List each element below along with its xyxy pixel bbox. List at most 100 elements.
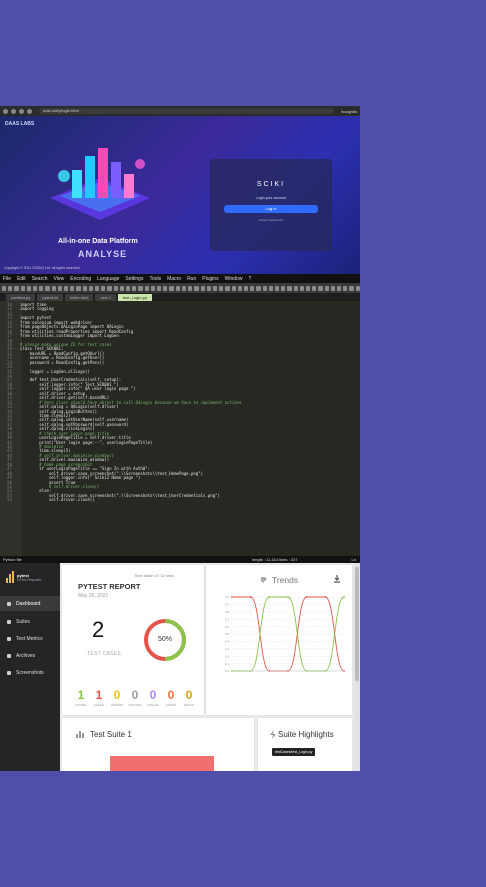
toolbar-tool-icon[interactable] [132, 285, 137, 291]
trend-point[interactable] [324, 596, 327, 598]
toolbar-tool-icon[interactable] [305, 285, 311, 291]
toolbar-tool-icon[interactable] [175, 285, 180, 291]
toolbar-tool-icon[interactable] [2, 285, 7, 291]
code-area[interactable]: 10 import time 11 import logging 12 13 import … [0, 301, 360, 556]
trend-point[interactable] [287, 596, 289, 598]
toolbar-tool-icon[interactable] [88, 285, 94, 291]
reload-icon[interactable] [19, 108, 24, 114]
toolbar-tool-icon[interactable] [163, 285, 168, 291]
code-line[interactable]: 54 self.driver.close() [2, 497, 358, 502]
nav-screenshots[interactable]: Screenshots [0, 665, 60, 680]
toolbar-tool-icon[interactable] [256, 285, 261, 291]
toolbar-tool-icon[interactable] [237, 285, 242, 291]
toolbar-tool-icon[interactable] [76, 285, 81, 291]
toolbar-tool-icon[interactable] [287, 285, 292, 291]
toolbar-tool-icon[interactable] [219, 285, 224, 291]
trend-point[interactable] [249, 596, 252, 598]
toolbar-tool-icon[interactable] [212, 285, 218, 291]
toolbar-tool-icon[interactable] [206, 285, 211, 291]
menu-language[interactable]: Language [97, 276, 119, 282]
download-icon[interactable] [333, 575, 341, 583]
trend-point[interactable] [343, 596, 345, 598]
toolbar-tool-icon[interactable] [113, 285, 118, 291]
toolbar-tool-icon[interactable] [312, 285, 317, 291]
login-button[interactable]: Log in [224, 205, 318, 213]
toolbar-tool-icon[interactable] [101, 285, 106, 291]
tab-pytest-ini[interactable]: pytest.ini [37, 294, 64, 301]
toolbar-tool-icon[interactable] [231, 285, 236, 291]
toolbar-tool-icon[interactable] [355, 285, 360, 291]
menu-encoding[interactable]: Encoding [70, 276, 91, 282]
toolbar-tool-icon[interactable] [8, 285, 13, 291]
menu-view[interactable]: View [54, 276, 65, 282]
nav-archives[interactable]: Archives [0, 648, 60, 663]
toolbar-tool-icon[interactable] [336, 285, 342, 291]
back-icon[interactable] [3, 108, 8, 114]
toolbar-tool-icon[interactable] [95, 285, 100, 291]
toolbar-tool-icon[interactable] [144, 285, 149, 291]
menu-help[interactable]: ? [248, 276, 251, 282]
toolbar-tool-icon[interactable] [39, 285, 44, 291]
menu-run[interactable]: Run [187, 276, 196, 282]
toolbar-tool-icon[interactable] [349, 285, 354, 291]
toolbar-tool-icon[interactable] [126, 285, 131, 291]
toolbar-tool-icon[interactable] [70, 285, 75, 291]
menu-search[interactable]: Search [32, 276, 48, 282]
toolbar-tool-icon[interactable] [181, 285, 187, 291]
toolbar-tool-icon[interactable] [51, 285, 56, 291]
trend-point[interactable] [231, 596, 233, 598]
toolbar-tool-icon[interactable] [268, 285, 273, 291]
toolbar-tool-icon[interactable] [64, 285, 69, 291]
toolbar-tool-icon[interactable] [324, 285, 329, 291]
incognito-label[interactable]: Incognito [341, 109, 357, 114]
tab-test-login[interactable]: test_Login.py [118, 294, 152, 301]
toolbar-tool-icon[interactable] [188, 285, 193, 291]
menu-settings[interactable]: Settings [125, 276, 143, 282]
toolbar-tool-icon[interactable] [194, 285, 199, 291]
toolbar-tool-icon[interactable] [299, 285, 304, 291]
toolbar-tool-icon[interactable] [138, 285, 143, 291]
menu-window[interactable]: Window [225, 276, 243, 282]
tab-conftest[interactable]: conftest.py [6, 294, 36, 301]
report-scrollbar[interactable] [354, 563, 360, 771]
trend-point[interactable] [305, 596, 308, 598]
toolbar-tool-icon[interactable] [119, 285, 125, 291]
toolbar-tool-icon[interactable] [45, 285, 50, 291]
toolbar-tool-icon[interactable] [343, 285, 348, 291]
toolbar-tool-icon[interactable] [274, 285, 280, 291]
menu-plugins[interactable]: Plugins [202, 276, 218, 282]
toolbar-tool-icon[interactable] [14, 285, 19, 291]
home-icon[interactable] [27, 108, 32, 114]
toolbar-tool-icon[interactable] [281, 285, 286, 291]
menu-file[interactable]: File [3, 276, 11, 282]
toolbar-tool-icon[interactable] [26, 285, 32, 291]
toolbar-tool-icon[interactable] [318, 285, 323, 291]
forward-icon[interactable] [11, 108, 16, 114]
menu-edit[interactable]: Edit [17, 276, 26, 282]
menu-macro[interactable]: Macro [167, 276, 181, 282]
nav-dashboard[interactable]: Dashboard [0, 596, 60, 611]
toolbar-tool-icon[interactable] [169, 285, 174, 291]
tab-index-html[interactable]: index.html [65, 294, 94, 301]
toolbar-tool-icon[interactable] [107, 285, 112, 291]
nav-test-metrics[interactable]: Test Metrics [0, 631, 60, 646]
toolbar-tool-icon[interactable] [330, 285, 335, 291]
toolbar-tool-icon[interactable] [293, 285, 298, 291]
toolbar-tool-icon[interactable] [82, 285, 87, 291]
toolbar-tool-icon[interactable] [33, 285, 38, 291]
trend-point[interactable] [268, 596, 271, 598]
toolbar-tool-icon[interactable] [57, 285, 63, 291]
tab-new-1[interactable]: new 1 [95, 294, 117, 301]
toolbar-tool-icon[interactable] [150, 285, 156, 291]
toolbar-tool-icon[interactable] [243, 285, 249, 291]
scrollbar-thumb[interactable] [355, 567, 359, 681]
toolbar-tool-icon[interactable] [20, 285, 25, 291]
menu-tools[interactable]: Tools [149, 276, 161, 282]
forgot-password-link[interactable]: Forgot Password? [210, 218, 332, 222]
address-bar[interactable]: sciki.unify/login.html [39, 108, 334, 114]
nav-suites[interactable]: Suites [0, 614, 60, 629]
toolbar-tool-icon[interactable] [157, 285, 162, 291]
toolbar-tool-icon[interactable] [250, 285, 255, 291]
toolbar-tool-icon[interactable] [225, 285, 230, 291]
toolbar-tool-icon[interactable] [200, 285, 205, 291]
